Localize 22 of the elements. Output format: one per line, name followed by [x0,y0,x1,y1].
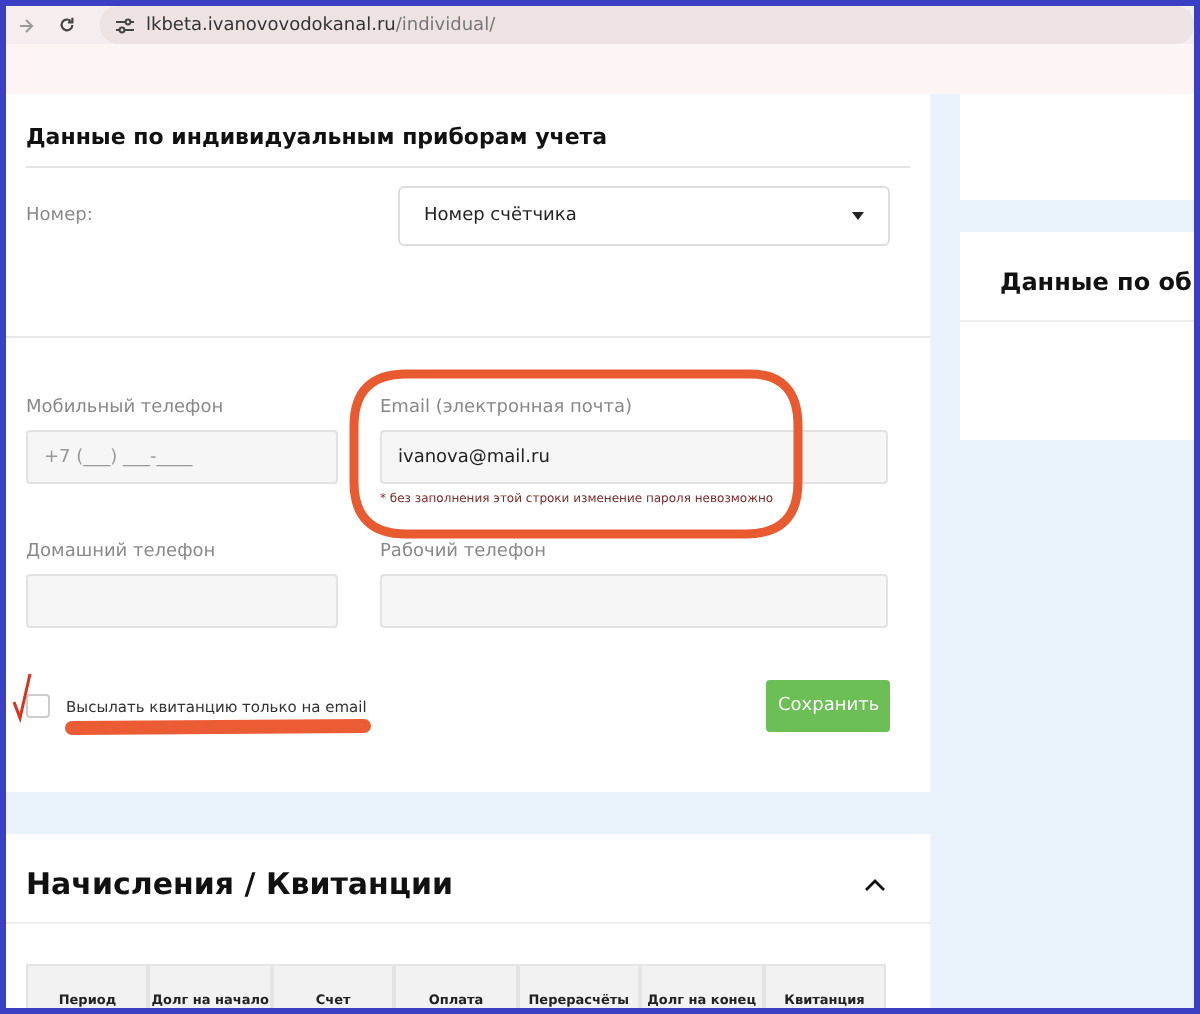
site-settings-icon[interactable] [116,17,134,33]
section-title: Начисления / Квитанции [26,866,454,902]
field-label: Email (электронная почта) [380,398,635,418]
chevron-up-icon[interactable] [864,877,886,891]
field-label: Мобильный телефон [26,398,226,418]
section-title: Данные по индивидуальным приборам учета [26,94,910,168]
card-title: Данные по об [960,232,1194,322]
reload-icon[interactable] [58,16,76,34]
input-field[interactable] [26,574,338,628]
input-field[interactable]: +7 (___) ___-____ [26,430,338,484]
field-label: Рабочий телефон [380,542,549,562]
input-field[interactable] [380,574,888,628]
address-bar[interactable]: lkbeta.ivanovovodokanal.ru/individual/ [100,6,1194,44]
field-label: Номер: [26,206,93,226]
hand-drawn-tick [12,672,32,720]
back-arrow-icon[interactable] [18,17,34,33]
dropdown-caret-icon [852,212,864,220]
url-text: lkbeta.ivanovovodokanal.ru/individual/ [146,15,496,35]
input-field[interactable]: ivanova@mail.ru [380,430,888,484]
field-label: Домашний телефон [26,542,218,562]
meter-select[interactable]: Номер счётчика [398,186,890,246]
checkbox[interactable] [26,694,50,718]
